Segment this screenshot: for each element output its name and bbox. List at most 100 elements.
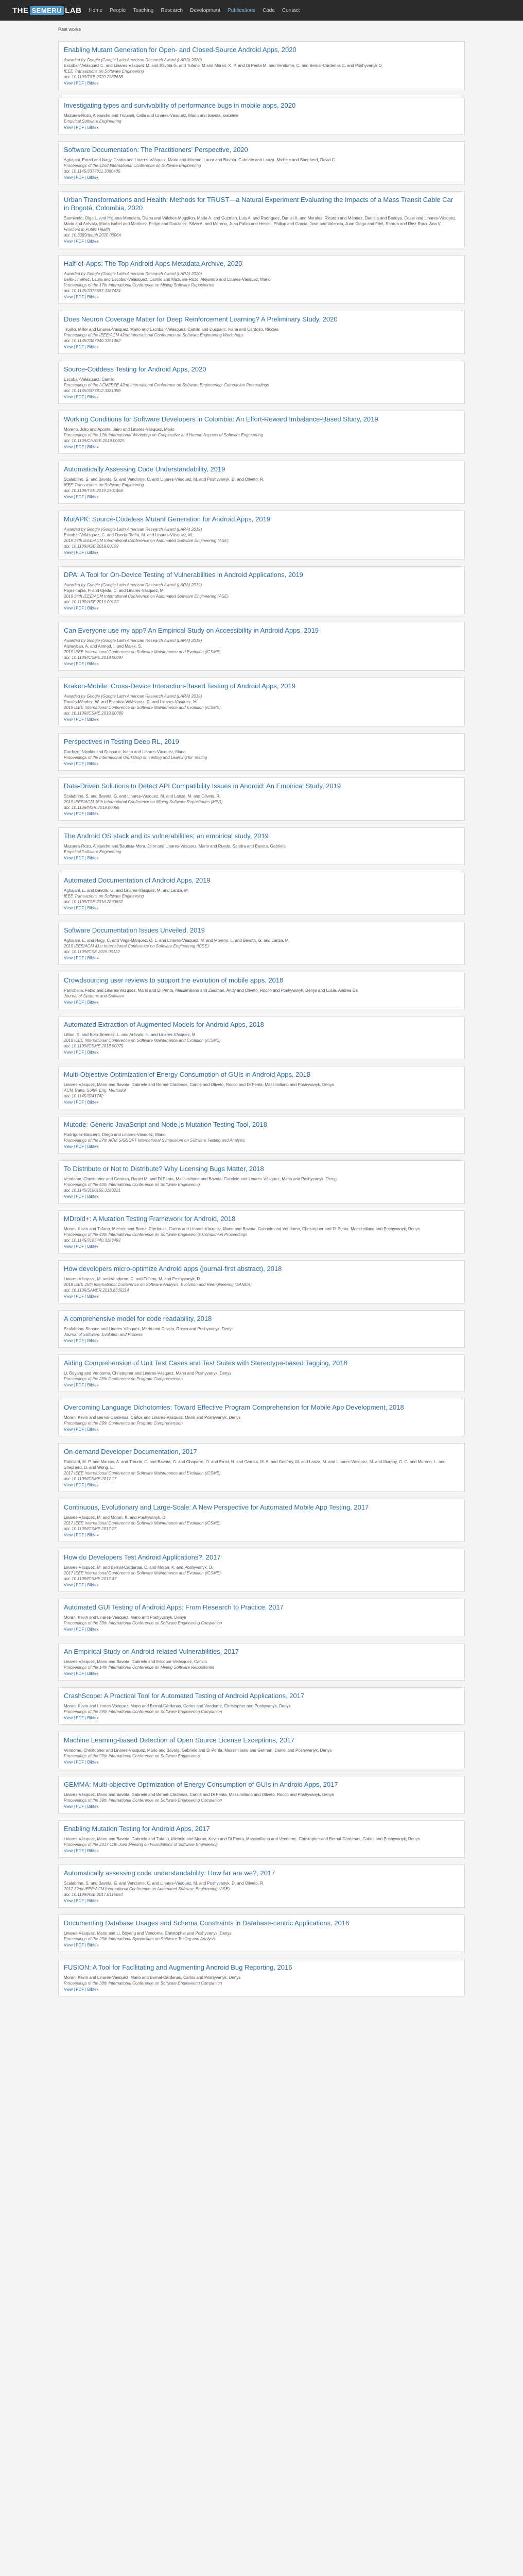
publication-title[interactable]: Overcoming Language Dichotomies: Toward … — [64, 1403, 459, 1412]
publication-title[interactable]: Working Conditions for Software Develope… — [64, 415, 459, 423]
publication-title[interactable]: GEMMA: Multi-objective Optimization of E… — [64, 1781, 459, 1789]
link-pdf[interactable]: PDF — [76, 1804, 84, 1809]
link-pdf[interactable]: PDF — [76, 1583, 84, 1587]
nav-item-development[interactable]: Development — [190, 8, 220, 13]
link-pdf[interactable]: PDF — [76, 1849, 84, 1853]
publication-title[interactable]: Automated Documentation of Android Apps,… — [64, 876, 459, 885]
publication-title[interactable]: Enabling Mutation Testing for Android Ap… — [64, 1825, 459, 1833]
publication-title[interactable]: On-demand Developer Documentation, 2017 — [64, 1448, 459, 1456]
link-bibtex[interactable]: Bibtex — [87, 761, 98, 766]
publication-title[interactable]: Automatically assessing code understanda… — [64, 1869, 459, 1877]
link-pdf[interactable]: PDF — [76, 1483, 84, 1487]
publication-title[interactable]: To Distribute or Not to Distribute? Why … — [64, 1165, 459, 1173]
publication-title[interactable]: Automated Extraction of Augmented Models… — [64, 1021, 459, 1029]
publication-title[interactable]: Software Documentation Issues Unveiled, … — [64, 926, 459, 935]
link-pdf[interactable]: PDF — [76, 1899, 84, 1903]
link-view[interactable]: View — [64, 811, 73, 816]
link-bibtex[interactable]: Bibtex — [87, 1716, 98, 1720]
link-bibtex[interactable]: Bibtex — [87, 1194, 98, 1199]
link-view[interactable]: View — [64, 1194, 73, 1199]
link-pdf[interactable]: PDF — [76, 295, 84, 299]
link-pdf[interactable]: PDF — [76, 1294, 84, 1299]
link-bibtex[interactable]: Bibtex — [87, 662, 98, 666]
link-pdf[interactable]: PDF — [76, 175, 84, 180]
link-bibtex[interactable]: Bibtex — [87, 81, 98, 86]
link-pdf[interactable]: PDF — [76, 1194, 84, 1199]
link-pdf[interactable]: PDF — [76, 1100, 84, 1105]
link-bibtex[interactable]: Bibtex — [87, 1849, 98, 1853]
link-bibtex[interactable]: Bibtex — [87, 1671, 98, 1676]
publication-title[interactable]: FUSION: A Tool for Facilitating and Augm… — [64, 1963, 459, 1972]
link-view[interactable]: View — [64, 1483, 73, 1487]
link-bibtex[interactable]: Bibtex — [87, 1383, 98, 1387]
link-view[interactable]: View — [64, 1050, 73, 1055]
publication-title[interactable]: Can Everyone use my app? An Empirical St… — [64, 626, 459, 635]
link-pdf[interactable]: PDF — [76, 239, 84, 244]
link-bibtex[interactable]: Bibtex — [87, 856, 98, 860]
link-bibtex[interactable]: Bibtex — [87, 1899, 98, 1903]
publication-title[interactable]: Data-Driven Solutions to Detect API Comp… — [64, 782, 459, 790]
link-pdf[interactable]: PDF — [76, 1987, 84, 1992]
link-bibtex[interactable]: Bibtex — [87, 811, 98, 816]
publication-title[interactable]: Automated GUI Testing of Android Apps: F… — [64, 1603, 459, 1612]
link-view[interactable]: View — [64, 1427, 73, 1432]
publication-title[interactable]: How developers micro-optimize Android ap… — [64, 1265, 459, 1273]
publication-title[interactable]: MutAPK: Source-Codeless Mutant Generatio… — [64, 515, 459, 523]
link-view[interactable]: View — [64, 1760, 73, 1765]
link-pdf[interactable]: PDF — [76, 1716, 84, 1720]
publication-title[interactable]: Continuous, Evolutionary and Large-Scale… — [64, 1503, 459, 1512]
link-bibtex[interactable]: Bibtex — [87, 717, 98, 722]
link-view[interactable]: View — [64, 1627, 73, 1632]
publication-title[interactable]: An Empirical Study on Android-related Vu… — [64, 1648, 459, 1656]
publication-title[interactable]: The Android OS stack and its vulnerabili… — [64, 832, 459, 840]
nav-item-research[interactable]: Research — [161, 8, 183, 13]
publication-title[interactable]: MDroid+: A Mutation Testing Framework fo… — [64, 1215, 459, 1223]
link-bibtex[interactable]: Bibtex — [87, 345, 98, 349]
link-bibtex[interactable]: Bibtex — [87, 1244, 98, 1249]
link-pdf[interactable]: PDF — [76, 1244, 84, 1249]
publication-title[interactable]: Mutode: Generic JavaScript and Node.js M… — [64, 1121, 459, 1129]
link-bibtex[interactable]: Bibtex — [87, 495, 98, 499]
link-pdf[interactable]: PDF — [76, 1427, 84, 1432]
publication-title[interactable]: DPA: A Tool for On-Device Testing of Vul… — [64, 571, 459, 579]
link-view[interactable]: View — [64, 1244, 73, 1249]
nav-item-teaching[interactable]: Teaching — [133, 8, 153, 13]
link-pdf[interactable]: PDF — [76, 811, 84, 816]
publication-title[interactable]: Does Neuron Coverage Matter for Deep Rei… — [64, 315, 459, 324]
link-bibtex[interactable]: Bibtex — [87, 956, 98, 960]
link-bibtex[interactable]: Bibtex — [87, 1338, 98, 1343]
link-view[interactable]: View — [64, 81, 73, 86]
link-view[interactable]: View — [64, 1849, 73, 1853]
link-pdf[interactable]: PDF — [76, 1533, 84, 1537]
link-bibtex[interactable]: Bibtex — [87, 1100, 98, 1105]
publication-title[interactable]: Half-of-Apps: The Top Android Apps Metad… — [64, 260, 459, 268]
link-pdf[interactable]: PDF — [76, 495, 84, 499]
link-pdf[interactable]: PDF — [76, 1671, 84, 1676]
link-bibtex[interactable]: Bibtex — [87, 1627, 98, 1632]
link-pdf[interactable]: PDF — [76, 1050, 84, 1055]
link-bibtex[interactable]: Bibtex — [87, 295, 98, 299]
nav-item-people[interactable]: People — [110, 8, 126, 13]
link-bibtex[interactable]: Bibtex — [87, 1533, 98, 1537]
publication-title[interactable]: Kraken-Mobile: Cross-Device Interaction-… — [64, 682, 459, 690]
link-view[interactable]: View — [64, 1000, 73, 1005]
link-bibtex[interactable]: Bibtex — [87, 1050, 98, 1055]
link-pdf[interactable]: PDF — [76, 1383, 84, 1387]
link-bibtex[interactable]: Bibtex — [87, 1583, 98, 1587]
link-view[interactable]: View — [64, 761, 73, 766]
link-view[interactable]: View — [64, 1144, 73, 1149]
lab-logo[interactable]: THE SEMERU LAB — [12, 6, 81, 15]
link-pdf[interactable]: PDF — [76, 717, 84, 722]
link-bibtex[interactable]: Bibtex — [87, 445, 98, 449]
link-bibtex[interactable]: Bibtex — [87, 1294, 98, 1299]
link-pdf[interactable]: PDF — [76, 81, 84, 86]
publication-title[interactable]: Machine Learning-based Detection of Open… — [64, 1736, 459, 1744]
link-bibtex[interactable]: Bibtex — [87, 906, 98, 910]
publication-title[interactable]: Multi-Objective Optimization of Energy C… — [64, 1071, 459, 1079]
publication-title[interactable]: Source-Coddess Testing for Android Apps,… — [64, 365, 459, 374]
link-view[interactable]: View — [64, 239, 73, 244]
link-view[interactable]: View — [64, 550, 73, 555]
link-pdf[interactable]: PDF — [76, 956, 84, 960]
link-pdf[interactable]: PDF — [76, 1000, 84, 1005]
link-pdf[interactable]: PDF — [76, 1760, 84, 1765]
